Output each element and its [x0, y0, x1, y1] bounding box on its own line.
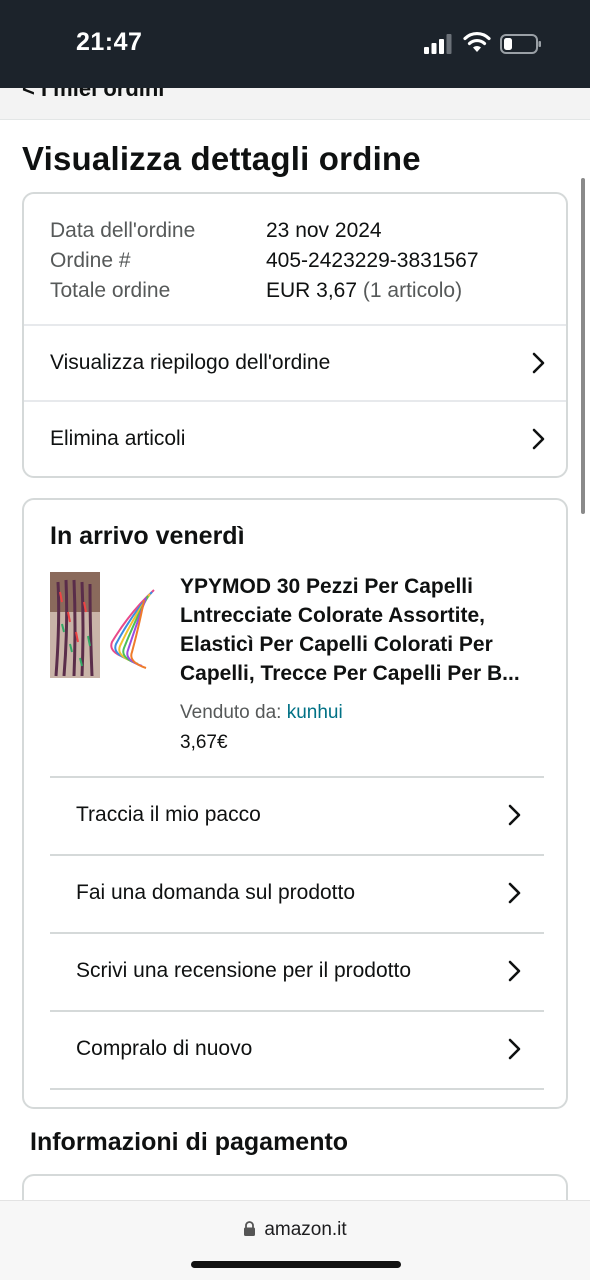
- chevron-right-icon: [532, 428, 545, 450]
- delete-items-link[interactable]: Elimina articoli: [24, 401, 566, 477]
- product-title-link[interactable]: YPYMOD 30 Pezzi Per Capelli Lntrecciate …: [180, 572, 542, 688]
- track-package-link[interactable]: Traccia il mio pacco: [50, 777, 544, 853]
- product-image[interactable]: [50, 572, 156, 678]
- breadcrumb[interactable]: < I miei ordini: [0, 88, 590, 120]
- delete-items-label: Elimina articoli: [50, 427, 186, 450]
- ask-product-question-link[interactable]: Fai una domanda sul prodotto: [50, 855, 544, 931]
- url-text: amazon.it: [264, 1219, 347, 1240]
- payment-info-title: Informazioni di pagamento: [30, 1128, 349, 1156]
- browser-bottom-bar: amazon.it: [0, 1200, 590, 1280]
- order-number-label: Ordine #: [50, 249, 131, 272]
- wifi-icon: [463, 31, 491, 52]
- lock-icon: [244, 1221, 256, 1236]
- signal-icon: [424, 34, 452, 54]
- order-total-row: Totale ordine EUR 3,67 (1 articolo): [50, 276, 479, 306]
- home-indicator[interactable]: [191, 1261, 401, 1268]
- chevron-right-icon: [508, 882, 521, 904]
- arrival-status: In arrivo venerdì: [50, 522, 245, 550]
- track-package-label: Traccia il mio pacco: [76, 803, 261, 826]
- page-title: Visualizza dettagli ordine: [22, 140, 421, 177]
- order-date-value: 23 nov 2024: [266, 219, 382, 242]
- chevron-right-icon: [508, 804, 521, 826]
- back-to-orders-link[interactable]: < I miei ordini: [22, 88, 164, 102]
- order-number-row: Ordine # 405-2423229-3831567: [50, 246, 479, 276]
- chevron-right-icon: [532, 352, 545, 374]
- product-price: 3,67€: [180, 732, 228, 753]
- order-summary-card: Data dell'ordine 23 nov 2024 Ordine # 40…: [22, 192, 568, 478]
- view-order-summary-link[interactable]: Visualizza riepilogo dell'ordine: [24, 325, 566, 401]
- order-number-value: 405-2423229-3831567: [266, 249, 479, 272]
- divider: [50, 1088, 544, 1090]
- battery-icon: [500, 34, 541, 54]
- order-summary: Data dell'ordine 23 nov 2024 Ordine # 40…: [50, 216, 479, 306]
- buy-again-label: Compralo di nuovo: [76, 1037, 253, 1060]
- status-bar: 21:47: [0, 0, 590, 88]
- scrollbar[interactable]: [581, 178, 585, 514]
- ask-product-question-label: Fai una domanda sul prodotto: [76, 881, 356, 904]
- chevron-right-icon: [508, 1038, 521, 1060]
- chevron-right-icon: [508, 960, 521, 982]
- order-date-label: Data dell'ordine: [50, 219, 196, 242]
- status-time: 21:47: [76, 28, 143, 56]
- write-review-link[interactable]: Scrivi una recensione per il prodotto: [50, 933, 544, 1009]
- order-date-row: Data dell'ordine 23 nov 2024: [50, 216, 479, 246]
- view-order-summary-label: Visualizza riepilogo dell'ordine: [50, 351, 331, 374]
- order-total-amount: EUR 3,67: [266, 279, 358, 302]
- order-item-count: (1 articolo): [362, 279, 463, 302]
- order-total-label: Totale ordine: [50, 279, 171, 302]
- buy-again-link[interactable]: Compralo di nuovo: [50, 1011, 544, 1087]
- shipment-card: In arrivo venerdì YPYMOD 30 Pezzi Per Ca…: [22, 498, 568, 1109]
- seller-link[interactable]: kunhui: [287, 702, 343, 723]
- seller-info: Venduto da: kunhui: [180, 702, 343, 724]
- write-review-label: Scrivi una recensione per il prodotto: [76, 959, 412, 982]
- address-bar[interactable]: amazon.it: [0, 1219, 590, 1241]
- order-total-value: EUR 3,67 (1 articolo): [266, 276, 462, 306]
- seller-label: Venduto da:: [180, 702, 282, 723]
